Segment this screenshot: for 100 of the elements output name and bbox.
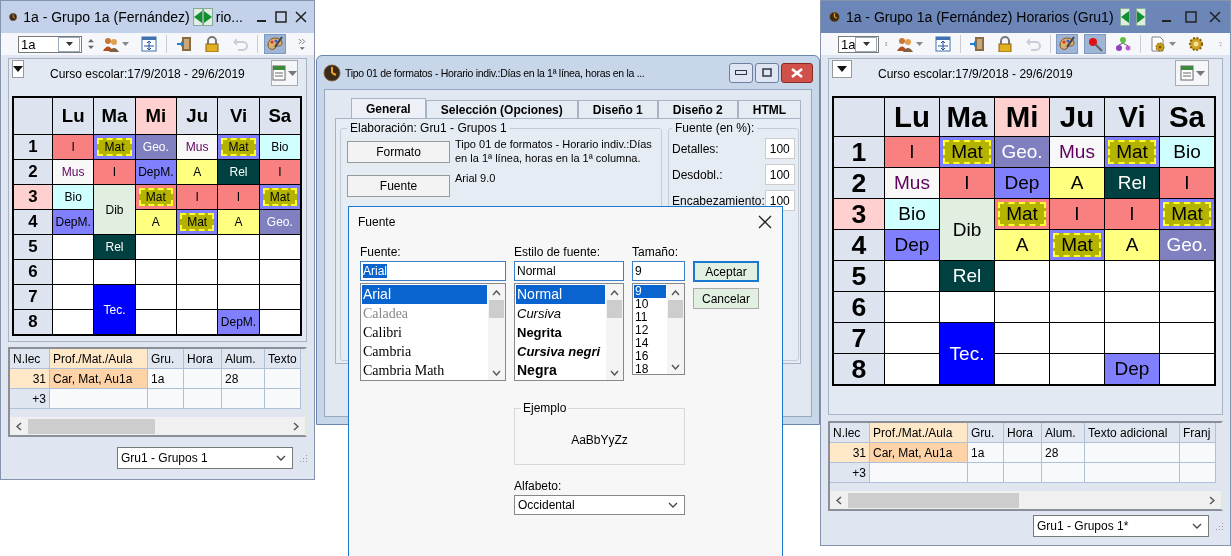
previous-button[interactable]	[192, 8, 203, 26]
group-dropdown[interactable]: Gru1 - Grupos 1	[117, 447, 293, 469]
vertical-scrollbar[interactable]	[606, 284, 623, 380]
font-name-field[interactable]: Arial	[360, 261, 506, 281]
column-header[interactable]: Alum.	[1042, 423, 1085, 443]
class-combo[interactable]: 1a	[18, 35, 83, 53]
dialog-button[interactable]: Cancelar	[693, 288, 759, 309]
lesson-cell[interactable]: Rel	[1105, 168, 1159, 198]
lesson-cell[interactable]: Geo.	[995, 137, 1049, 167]
list-item[interactable]: Normal	[516, 285, 605, 304]
column-header[interactable]: Alum.	[222, 349, 265, 369]
horizontal-scrollbar[interactable]	[830, 491, 1221, 509]
lesson-cell[interactable]: Mat	[995, 199, 1049, 229]
lesson-cell[interactable]: Rel	[218, 160, 259, 184]
scrollbar-thumb[interactable]	[668, 300, 683, 318]
lesson-cell[interactable]: I	[218, 185, 259, 209]
lesson-cell[interactable]: Mat	[1160, 199, 1214, 229]
restore-button[interactable]	[755, 62, 779, 83]
column-header[interactable]: Prof./Mat./Aula	[870, 423, 968, 443]
lesson-cell[interactable]: Mus	[1050, 137, 1104, 167]
lesson-cell[interactable]: A	[1105, 230, 1159, 260]
list-item[interactable]: 16	[634, 350, 666, 363]
list-item[interactable]: 9	[634, 285, 666, 298]
previous-button[interactable]	[1119, 8, 1130, 26]
lesson-cell[interactable]: Tec.	[94, 285, 135, 334]
dropdown-button[interactable]	[12, 60, 24, 78]
list-item[interactable]: Cursiva	[516, 304, 605, 323]
toolbar-button[interactable]	[1084, 34, 1107, 54]
lesson-cell[interactable]: Dib	[94, 185, 135, 234]
next-button[interactable]	[1135, 8, 1146, 26]
list-item[interactable]: Cambria Math	[362, 361, 487, 380]
push-button[interactable]: Fuente	[347, 175, 450, 197]
lesson-cell[interactable]: Dep	[1105, 354, 1159, 384]
column-header[interactable]: N.lec	[830, 423, 870, 443]
list-item[interactable]: Cursiva negri	[516, 342, 605, 361]
scrollbar-thumb[interactable]	[28, 418, 156, 434]
push-button[interactable]: Formato	[347, 141, 450, 163]
toolbar-button[interactable]	[1056, 34, 1079, 54]
calendar-button[interactable]	[270, 60, 298, 86]
column-header[interactable]: Gru.	[148, 349, 184, 369]
column-header[interactable]: Prof./Mat./Aula	[50, 349, 148, 369]
list-item[interactable]: Caladea	[362, 304, 487, 323]
scrollbar-thumb[interactable]	[607, 300, 622, 318]
column-header[interactable]: Hora	[1004, 423, 1042, 443]
list-item[interactable]: 18	[634, 363, 666, 374]
percent-field[interactable]: 100	[764, 138, 795, 159]
lesson-cell[interactable]: I	[885, 137, 939, 167]
lesson-cell[interactable]: I	[53, 135, 94, 159]
group-dropdown[interactable]: Gru1 - Grupos 1*	[1033, 515, 1209, 537]
lesson-cell[interactable]: Dib	[940, 199, 994, 260]
lesson-cell[interactable]: Bio	[1160, 137, 1214, 167]
lesson-cell[interactable]: A	[218, 210, 259, 234]
lesson-cell[interactable]: DepM.	[218, 310, 259, 334]
list-item[interactable]: Negra	[516, 361, 605, 380]
lesson-cell[interactable]: Tec.	[940, 323, 994, 384]
horizontal-scrollbar[interactable]	[10, 417, 305, 435]
calendar-button[interactable]	[1175, 60, 1209, 86]
list-item[interactable]: 11	[634, 311, 666, 324]
minimize-button[interactable]	[729, 62, 753, 83]
lesson-cell[interactable]: DepM.	[53, 210, 94, 234]
next-button[interactable]	[202, 8, 213, 26]
list-item[interactable]: 10	[634, 298, 666, 311]
font-size-field[interactable]: 9	[632, 261, 685, 281]
tab[interactable]: Diseño 2	[657, 100, 738, 118]
lesson-cell[interactable]: Mus	[885, 168, 939, 198]
list-item[interactable]: Arial	[362, 285, 487, 304]
lesson-cell[interactable]: I	[940, 168, 994, 198]
lesson-cell[interactable]: I	[177, 185, 218, 209]
list-item[interactable]: Calibri	[362, 323, 487, 342]
lesson-cell[interactable]: Bio	[885, 199, 939, 229]
list-item[interactable]: 12	[634, 324, 666, 337]
column-header[interactable]: N.lec	[10, 349, 50, 369]
toolbar-button[interactable]	[263, 34, 286, 54]
lesson-cell[interactable]: I	[1160, 168, 1214, 198]
lesson-cell[interactable]: Geo.	[1160, 230, 1214, 260]
vertical-scrollbar[interactable]	[488, 284, 505, 380]
list-item[interactable]: 14	[634, 337, 666, 350]
lesson-cell[interactable]: Bio	[53, 185, 94, 209]
vertical-scrollbar[interactable]	[667, 284, 684, 374]
lesson-cell[interactable]: Mat	[259, 185, 300, 209]
lesson-cell[interactable]: I	[94, 160, 135, 184]
lesson-cell[interactable]: Dep	[995, 168, 1049, 198]
lesson-cell[interactable]: Mat	[94, 135, 135, 159]
column-header[interactable]: Franj	[1180, 423, 1216, 443]
lesson-cell[interactable]: Mat	[135, 185, 176, 209]
column-header[interactable]: Gru.	[968, 423, 1004, 443]
lesson-cell[interactable]: Mat	[1105, 137, 1159, 167]
lesson-cell[interactable]: DepM.	[135, 160, 176, 184]
percent-field[interactable]: 100	[764, 164, 795, 185]
lesson-cell[interactable]: A	[995, 230, 1049, 260]
tab[interactable]: Diseño 1	[577, 100, 658, 118]
lesson-cell[interactable]: Mat	[177, 210, 218, 234]
close-button[interactable]	[781, 62, 813, 83]
lesson-cell[interactable]: Rel	[940, 261, 994, 291]
dropdown-button[interactable]	[832, 60, 852, 78]
list-item[interactable]: Cambria	[362, 342, 487, 361]
lesson-cell[interactable]: Mat	[1050, 230, 1104, 260]
tab[interactable]: General	[351, 98, 426, 118]
column-header[interactable]: Texto adicional	[1085, 423, 1180, 443]
tab[interactable]: Selección (Opciones)	[425, 100, 578, 118]
